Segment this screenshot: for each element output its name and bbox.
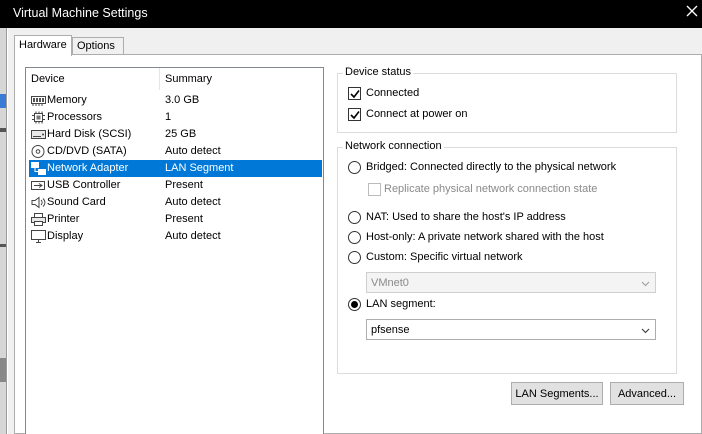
connect-at-power-on-label[interactable]: Connect at power on (366, 108, 468, 120)
connected-checkbox[interactable] (348, 87, 361, 100)
device-row-usb-controller[interactable]: USB Controller Present (29, 177, 322, 194)
custom-label[interactable]: Custom: Specific virtual network (366, 251, 523, 263)
device-status-group: Device status Connected Connect at power… (337, 66, 677, 133)
host-only-radio[interactable] (348, 231, 361, 244)
processor-icon (31, 111, 46, 124)
display-icon (31, 230, 46, 243)
bridged-radio[interactable] (348, 161, 361, 174)
nat-radio[interactable] (348, 211, 361, 224)
connect-at-power-on-checkbox[interactable] (348, 108, 361, 121)
device-row-display[interactable]: Display Auto detect (29, 228, 322, 245)
title-bar: Virtual Machine Settings (0, 0, 702, 28)
network-connection-group: Network connection Bridged: Connected di… (337, 140, 677, 374)
chevron-down-icon (641, 326, 650, 335)
memory-icon (31, 94, 46, 107)
column-summary[interactable]: Summary (165, 73, 212, 85)
custom-network-select[interactable]: VMnet0 (366, 272, 656, 293)
network-connection-legend: Network connection (343, 140, 444, 152)
custom-radio[interactable] (348, 251, 361, 264)
device-row-processors[interactable]: Processors 1 (29, 109, 322, 126)
tab-hardware[interactable]: Hardware (14, 35, 72, 56)
bridged-label[interactable]: Bridged: Connected directly to the physi… (366, 161, 616, 173)
background-window-edge (0, 28, 7, 434)
device-list[interactable]: Device Summary Memory 3.0 GB Processors 1 … (25, 67, 324, 434)
device-row-printer[interactable]: Printer Present (29, 211, 322, 228)
cd-dvd-icon (31, 145, 46, 158)
device-row-memory[interactable]: Memory 3.0 GB (29, 92, 322, 109)
printer-icon (31, 213, 46, 226)
device-row-sound-card[interactable]: Sound Card Auto detect (29, 194, 322, 211)
hardware-panel: Device Summary Memory 3.0 GB Processors 1 … (14, 54, 702, 434)
close-icon[interactable] (684, 3, 700, 19)
settings-dialog: Hardware Options Device Summary Memory 3.… (8, 28, 702, 434)
window-title: Virtual Machine Settings (13, 6, 148, 20)
nat-label[interactable]: NAT: Used to share the host's IP address (366, 211, 566, 223)
lan-segment-label[interactable]: LAN segment: (366, 298, 436, 310)
device-row-hard-disk[interactable]: Hard Disk (SCSI) 25 GB (29, 126, 322, 143)
hard-disk-icon (31, 128, 46, 141)
device-status-legend: Device status (343, 66, 414, 78)
network-adapter-icon (31, 162, 46, 175)
advanced-button[interactable]: Advanced... (610, 382, 684, 405)
replicate-checkbox[interactable] (368, 183, 381, 196)
lan-segments-button[interactable]: LAN Segments... (511, 382, 603, 405)
device-list-header: Device Summary (26, 68, 323, 90)
replicate-label[interactable]: Replicate physical network connection st… (384, 183, 597, 195)
usb-icon (31, 179, 46, 192)
chevron-down-icon (641, 279, 650, 288)
lan-segment-radio[interactable] (348, 298, 361, 311)
speaker-icon (31, 196, 46, 209)
device-row-network-adapter[interactable]: Network Adapter LAN Segment (29, 160, 322, 177)
host-only-label[interactable]: Host-only: A private network shared with… (366, 231, 604, 243)
column-device[interactable]: Device (31, 73, 65, 85)
connected-label[interactable]: Connected (366, 87, 419, 99)
tab-options[interactable]: Options (72, 37, 124, 55)
device-row-cd-dvd[interactable]: CD/DVD (SATA) Auto detect (29, 143, 322, 160)
lan-segment-select[interactable]: pfsense (366, 319, 656, 340)
